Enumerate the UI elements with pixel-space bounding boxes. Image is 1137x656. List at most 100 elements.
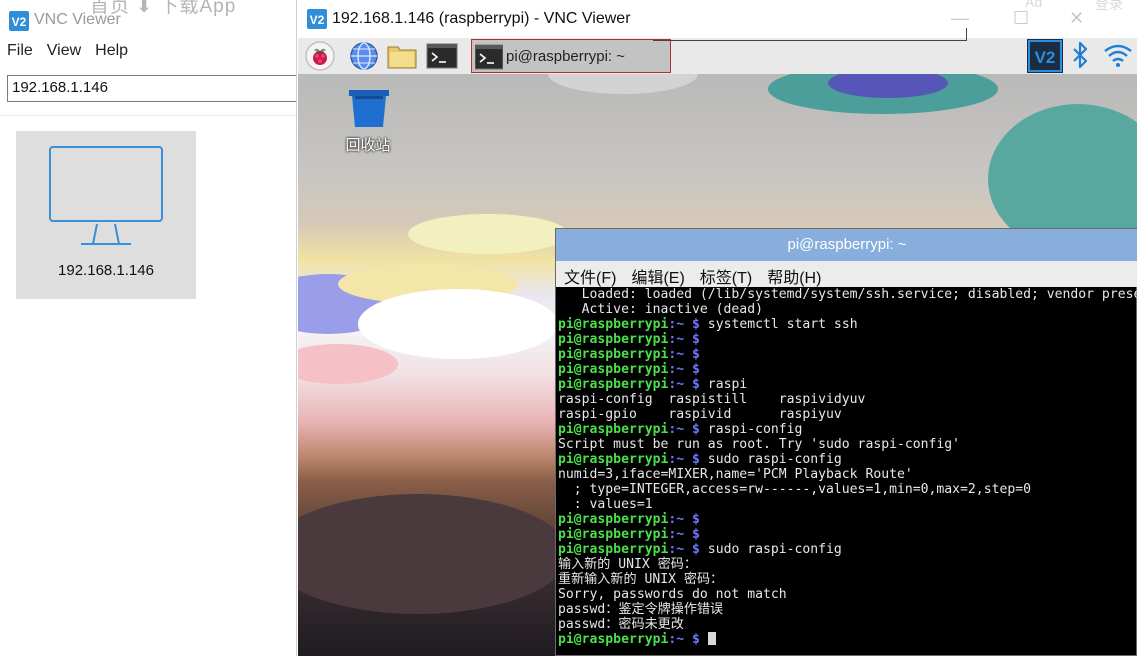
menu-help[interactable]: Help xyxy=(88,40,135,66)
background-page-text: 登录 xyxy=(1095,0,1123,12)
command-text: sudo raspi-config xyxy=(699,452,842,467)
terminal-command-line: pi@raspberrypi:~ $ sudo raspi-config xyxy=(558,542,1137,557)
prompt-path: :~ $ xyxy=(668,317,700,332)
terminal-command-line: pi@raspberrypi:~ $ xyxy=(558,527,1137,542)
prompt-user: pi@raspberrypi xyxy=(558,347,669,362)
svg-text:V2: V2 xyxy=(12,15,27,29)
command-text: sudo raspi-config xyxy=(699,542,842,557)
trash-icon xyxy=(349,90,389,127)
bluetooth-icon[interactable] xyxy=(1071,41,1089,69)
terminal-icon xyxy=(475,44,503,70)
prompt-user: pi@raspberrypi xyxy=(558,452,669,467)
svg-text:V2: V2 xyxy=(1035,48,1056,67)
wallpaper-shape xyxy=(298,494,568,614)
prompt-path: :~ $ xyxy=(668,362,700,377)
terminal-command-line: pi@raspberrypi:~ $ xyxy=(558,632,1137,647)
command-text: raspi xyxy=(699,377,748,392)
menu-file[interactable]: File xyxy=(0,40,40,66)
terminal-output-line: Sorry, passwords do not match xyxy=(558,587,787,602)
connection-tile[interactable]: 192.168.1.146 xyxy=(16,131,196,299)
terminal-output-line: 重新输入新的 UNIX 密码： xyxy=(558,572,724,587)
terminal-command-line: pi@raspberrypi:~ $ raspi-config xyxy=(558,422,1137,437)
prompt-user: pi@raspberrypi xyxy=(558,512,669,527)
terminal-command-line: pi@raspberrypi:~ $ raspi xyxy=(558,377,1137,392)
trash-desktop-icon[interactable]: 回收站 xyxy=(345,88,392,155)
prompt-user: pi@raspberrypi xyxy=(558,422,669,437)
pi-taskbar: pi@raspberrypi: ~ V2 xyxy=(298,38,1137,74)
wallpaper-shape xyxy=(298,344,398,384)
terminal-output-line: raspi-config raspistill raspividyuv xyxy=(558,392,866,407)
wallpaper-shape xyxy=(358,289,558,359)
maximize-button[interactable]: ☐ xyxy=(1013,8,1029,29)
terminal-command-line: pi@raspberrypi:~ $ systemctl start ssh xyxy=(558,317,1137,332)
prompt-path: :~ $ xyxy=(668,347,700,362)
prompt-user: pi@raspberrypi xyxy=(558,527,669,542)
wifi-icon[interactable] xyxy=(1103,42,1133,68)
terminal-output-line: : values=1 xyxy=(558,497,653,512)
minimize-button[interactable]: — xyxy=(951,8,969,29)
menu-bar: File View Help xyxy=(0,40,135,66)
window-title: 192.168.1.146 (raspberrypi) - VNC Viewer xyxy=(332,10,631,27)
monitor-icon xyxy=(49,146,163,245)
vnc-viewer-logo-icon: V2 xyxy=(307,9,327,29)
svg-text:V2: V2 xyxy=(310,13,325,27)
terminal-output-line: passwd：密码未更改 xyxy=(558,617,684,632)
terminal-output[interactable]: Loaded: loaded (/lib/systemd/system/ssh.… xyxy=(556,287,1137,656)
vnc-viewer-logo-icon: V2 xyxy=(9,11,29,31)
title-bar[interactable]: 首页 ⬇ 下载App V2 VNC Viewer xyxy=(0,0,300,40)
vnc-server-tray-icon[interactable]: V2 xyxy=(1027,39,1063,73)
trash-label: 回收站 xyxy=(345,137,391,154)
terminal-output-line: 输入新的 UNIX 密码： xyxy=(558,557,697,572)
prompt-user: pi@raspberrypi xyxy=(558,542,669,557)
address-input[interactable]: 192.168.1.146 xyxy=(7,75,307,102)
terminal-menu-bar: 文件(F) 编辑(E) 标签(T) 帮助(H) xyxy=(556,261,1137,287)
terminal-launcher-icon[interactable] xyxy=(426,41,458,71)
prompt-user: pi@raspberrypi xyxy=(558,632,669,647)
command-text xyxy=(700,632,708,647)
prompt-path: :~ $ xyxy=(668,512,700,527)
text-cursor xyxy=(707,632,716,645)
terminal-output-line: Loaded: loaded (/lib/systemd/system/ssh.… xyxy=(581,287,1137,302)
terminal-output-line: passwd：鉴定令牌操作错误 xyxy=(558,602,724,617)
wallpaper-shape xyxy=(548,74,698,94)
terminal-output-line: raspi-gpio raspivid raspiyuv xyxy=(558,407,842,422)
menu-file[interactable]: 文件(F) xyxy=(556,261,623,287)
command-text: raspi-config xyxy=(699,422,803,437)
terminal-output-line: ; type=INTEGER,access=rw------,values=1,… xyxy=(558,482,1031,497)
menu-view[interactable]: View xyxy=(40,40,88,66)
prompt-path: :~ $ xyxy=(668,332,700,347)
taskbar-terminal-button[interactable]: pi@raspberrypi: ~ xyxy=(471,39,671,73)
terminal-output-line: numid=3,iface=MIXER,name='PCM Playback R… xyxy=(558,467,913,482)
prompt-user: pi@raspberrypi xyxy=(558,362,669,377)
menu-tabs[interactable]: 标签(T) xyxy=(692,261,759,287)
terminal-command-line: pi@raspberrypi:~ $ xyxy=(558,512,1137,527)
raspberry-menu-icon[interactable] xyxy=(304,41,336,71)
menu-help[interactable]: 帮助(H) xyxy=(759,261,828,287)
menu-edit[interactable]: 编辑(E) xyxy=(623,261,691,287)
terminal-output-line: Script must be run as root. Try 'sudo ra… xyxy=(558,437,961,452)
prompt-path: :~ $ xyxy=(668,452,700,467)
close-button[interactable]: ✕ xyxy=(1069,8,1084,29)
command-text: systemctl start ssh xyxy=(699,317,858,332)
terminal-command-line: pi@raspberrypi:~ $ xyxy=(558,362,1137,377)
terminal-command-line: pi@raspberrypi:~ $ sudo raspi-config xyxy=(558,452,1137,467)
prompt-user: pi@raspberrypi xyxy=(558,332,669,347)
popup-border xyxy=(653,28,967,41)
prompt-user: pi@raspberrypi xyxy=(558,317,669,332)
window-title: VNC Viewer xyxy=(34,11,121,28)
terminal-command-line: pi@raspberrypi:~ $ xyxy=(558,332,1137,347)
wallpaper-shape xyxy=(408,214,568,254)
prompt-user: pi@raspberrypi xyxy=(558,377,669,392)
prompt-path: :~ $ xyxy=(668,542,700,557)
web-browser-icon[interactable] xyxy=(348,41,380,71)
taskbar-terminal-label: pi@raspberrypi: ~ xyxy=(506,48,626,65)
prompt-path: :~ $ xyxy=(668,632,700,647)
terminal-command-line: pi@raspberrypi:~ $ xyxy=(558,347,1137,362)
prompt-path: :~ $ xyxy=(668,377,700,392)
terminal-window[interactable]: pi@raspberrypi: ~ 文件(F) 编辑(E) 标签(T) 帮助(H… xyxy=(555,228,1137,656)
file-manager-icon[interactable] xyxy=(386,41,418,71)
terminal-title-bar[interactable]: pi@raspberrypi: ~ xyxy=(556,229,1137,261)
prompt-path: :~ $ xyxy=(668,527,700,542)
address-book-window: 首页 ⬇ 下载App V2 VNC Viewer File View Help … xyxy=(0,0,307,656)
connection-label: 192.168.1.146 xyxy=(58,262,154,279)
